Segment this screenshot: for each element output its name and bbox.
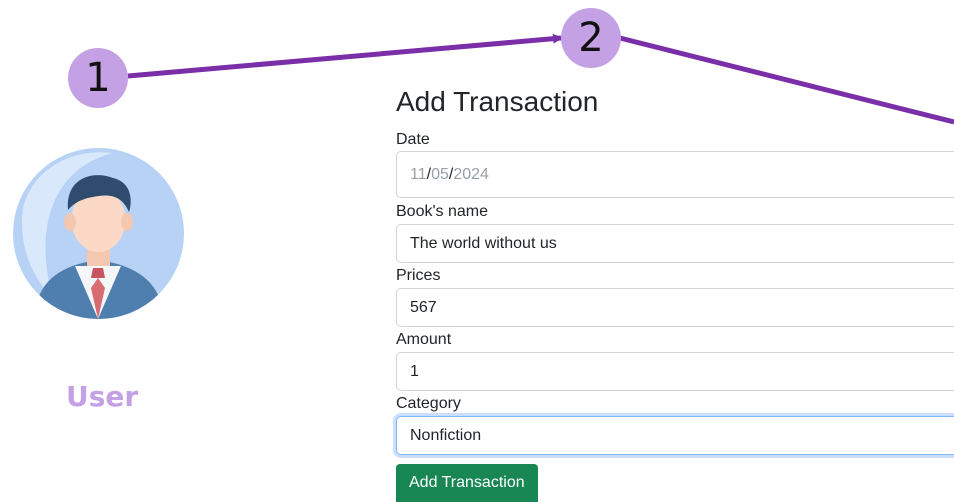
date-day: 05 xyxy=(431,165,449,183)
arrow-1-to-2 xyxy=(127,33,563,79)
prices-input[interactable]: 567 xyxy=(396,288,954,327)
amount-label: Amount xyxy=(396,331,452,348)
date-input[interactable]: 11/05/2024 xyxy=(396,151,954,198)
category-label: Category xyxy=(396,395,461,412)
book-name-value: The world without us xyxy=(410,234,557,252)
category-input[interactable]: Nonfiction xyxy=(396,416,954,455)
add-transaction-button[interactable]: Add Transaction xyxy=(396,464,538,502)
step-2-badge: 2 xyxy=(561,8,621,68)
date-year: 2024 xyxy=(453,165,489,183)
date-label: Date xyxy=(396,131,430,148)
step-1-badge: 1 xyxy=(68,48,128,108)
businessman-avatar-icon xyxy=(13,148,184,319)
amount-value: 1 xyxy=(410,362,419,380)
form-title: Add Transaction xyxy=(396,86,599,117)
category-value: Nonfiction xyxy=(410,426,482,444)
prices-value: 567 xyxy=(410,298,437,316)
book-name-input[interactable]: The world without us xyxy=(396,224,954,263)
arrow-2-to-offscreen xyxy=(619,35,954,125)
prices-label: Prices xyxy=(396,267,441,284)
user-label: User xyxy=(66,380,139,413)
amount-input[interactable]: 1 xyxy=(396,352,954,391)
book-name-label: Book's name xyxy=(396,203,488,220)
date-month: 11 xyxy=(410,165,427,183)
